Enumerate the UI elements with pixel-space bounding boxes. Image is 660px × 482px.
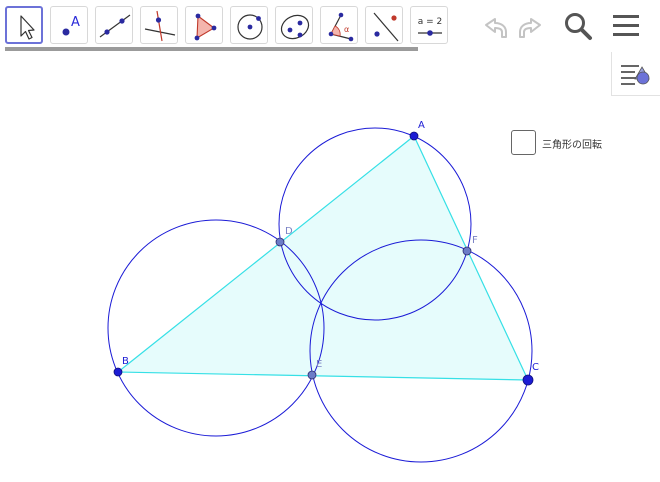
rotate-triangle-checkbox[interactable] (511, 130, 536, 155)
point-c[interactable] (522, 374, 534, 386)
label-f: F (472, 235, 478, 246)
point-a[interactable] (409, 131, 419, 141)
point-b[interactable] (113, 367, 123, 377)
point-d[interactable] (275, 237, 285, 247)
label-a: A (418, 120, 425, 131)
graphics-view[interactable]: A B C D E F (0, 0, 660, 482)
label-c: C (532, 362, 539, 373)
label-d: D (285, 226, 293, 237)
label-b: B (122, 356, 129, 367)
label-e: E (316, 359, 322, 370)
rotate-triangle-checkbox-label[interactable]: 三角形の回転 (542, 136, 602, 151)
point-e[interactable] (307, 370, 317, 380)
point-f[interactable] (462, 246, 472, 256)
